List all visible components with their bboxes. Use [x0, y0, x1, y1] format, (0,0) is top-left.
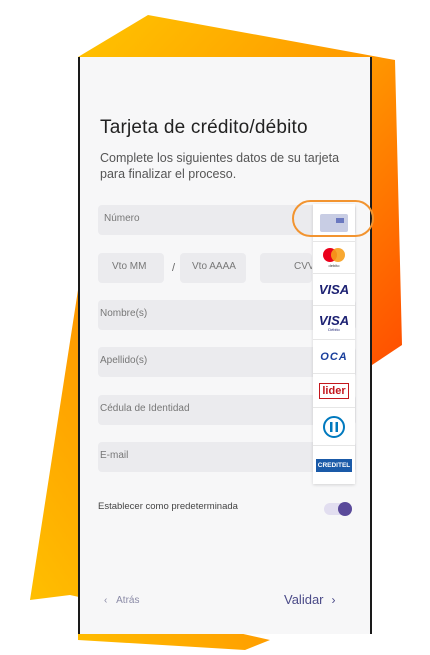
brand-diners[interactable]: [313, 408, 355, 446]
chevron-right-icon: ›: [331, 593, 336, 607]
default-label: Establecer como predeterminada: [98, 501, 238, 512]
id-number-placeholder: Cédula de Identidad: [100, 403, 190, 414]
exp-year-input[interactable]: Vto AAAA: [180, 253, 246, 283]
cvv-input[interactable]: CVV: [260, 253, 312, 283]
validate-button[interactable]: Validar ›: [284, 592, 336, 607]
date-separator: /: [172, 262, 176, 274]
exp-month-placeholder: Vto MM: [112, 261, 147, 272]
brand-visa[interactable]: VISA: [313, 274, 355, 306]
brand-lider[interactable]: lider: [313, 374, 355, 408]
card-number-placeholder: Número: [104, 213, 140, 224]
card-form-panel: Tarjeta de crédito/débito Complete los s…: [78, 57, 374, 634]
cvv-placeholder: CVV: [294, 261, 312, 272]
brand-oca[interactable]: OCA: [313, 340, 355, 374]
email-placeholder: E-mail: [100, 450, 129, 461]
exp-month-input[interactable]: Vto MM: [98, 253, 164, 283]
toggle-knob: [338, 502, 352, 516]
page-subtitle: Complete los siguientes datos de su tarj…: [100, 151, 340, 181]
brand-creditel[interactable]: CREDITEL: [313, 446, 355, 484]
back-label: Atrás: [116, 595, 140, 606]
brand-mastercard-debit[interactable]: debito: [313, 242, 355, 274]
card-brand-dropdown[interactable]: debito VISA VISA Débito OCA lider CREDIT…: [313, 204, 355, 484]
back-button[interactable]: ‹ Atrás: [104, 595, 139, 606]
diners-club-icon: [323, 415, 345, 438]
validate-label: Validar: [284, 592, 324, 607]
brand-visa-debito[interactable]: VISA Débito: [313, 306, 355, 340]
default-toggle[interactable]: [324, 502, 352, 516]
page-title: Tarjeta de crédito/débito: [100, 117, 308, 138]
exp-year-placeholder: Vto AAAA: [192, 261, 236, 272]
surname-placeholder: Apellido(s): [100, 355, 148, 366]
name-placeholder: Nombre(s): [100, 308, 148, 319]
selected-brand-highlight: [292, 200, 374, 237]
mastercard-icon: [323, 248, 345, 262]
chevron-left-icon: ‹: [104, 595, 108, 606]
